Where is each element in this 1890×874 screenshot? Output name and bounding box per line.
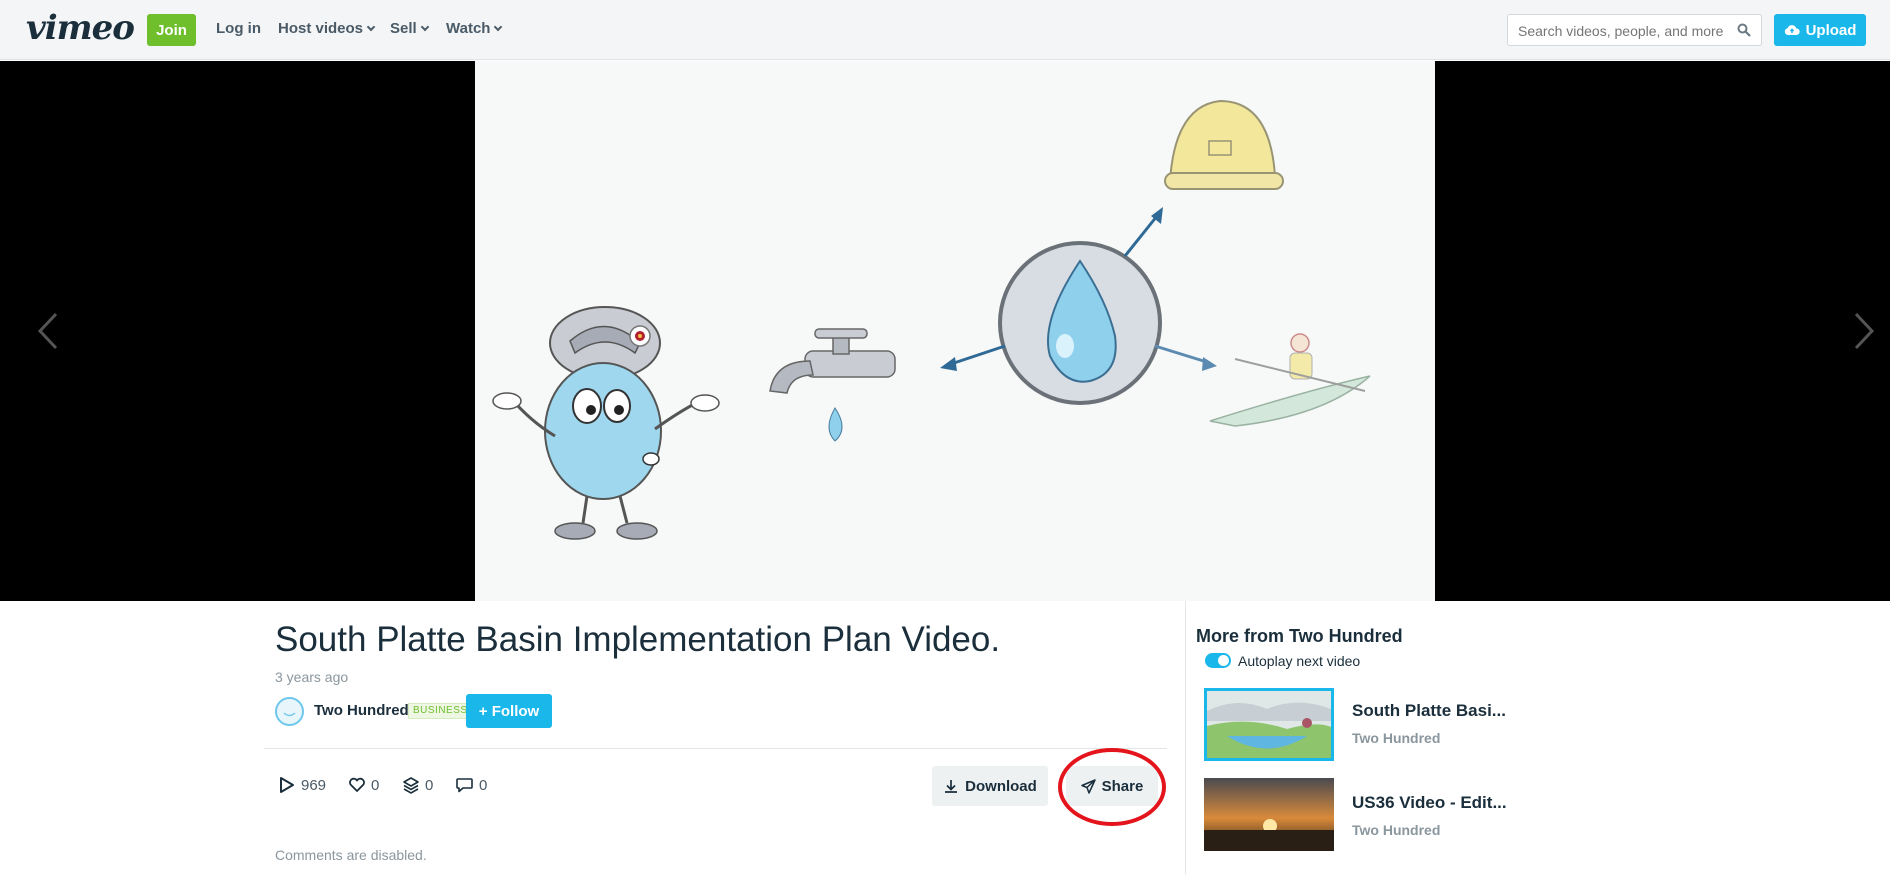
autoplay-label: Autoplay next video <box>1238 653 1361 669</box>
video-still-illustration <box>492 99 1371 540</box>
related-video-author[interactable]: Two Hundred <box>1352 822 1440 838</box>
top-navigation-bar: vimeo Join Log in Host videos Sell Watch… <box>0 0 1890 60</box>
water-drop-character-image <box>492 306 720 540</box>
share-button[interactable]: Share <box>1066 766 1158 806</box>
login-link[interactable]: Log in <box>216 20 261 37</box>
comment-bubble-icon <box>456 778 473 793</box>
search-icon[interactable] <box>1737 23 1751 37</box>
comments-stat[interactable]: 0 <box>455 776 487 794</box>
chevron-down-icon <box>366 22 376 32</box>
related-video-author[interactable]: Two Hundred <box>1352 730 1440 746</box>
video-title: South Platte Basin Implementation Plan V… <box>275 620 1001 659</box>
kayaker-image <box>1209 333 1371 427</box>
heart-icon <box>349 777 365 792</box>
host-videos-menu[interactable]: Host videos <box>278 20 376 37</box>
layers-icon <box>403 777 419 794</box>
play-icon <box>280 777 294 793</box>
previous-video-arrow-icon[interactable] <box>34 306 64 356</box>
related-video-title[interactable]: US36 Video - Edit... <box>1352 793 1507 813</box>
landscape-thumbnail-image <box>1207 691 1331 758</box>
download-button[interactable]: Download <box>932 766 1048 806</box>
related-video-thumbnail[interactable] <box>1204 688 1334 761</box>
section-divider <box>264 748 1167 749</box>
search-input[interactable] <box>1518 21 1728 41</box>
faucet-image <box>769 328 896 442</box>
video-player[interactable] <box>0 61 1890 601</box>
next-video-arrow-icon[interactable] <box>1848 306 1878 356</box>
upload-button[interactable]: Upload <box>1774 14 1866 46</box>
follow-button[interactable]: + Follow <box>466 694 552 728</box>
download-icon <box>945 780 958 793</box>
related-video-title[interactable]: South Platte Basi... <box>1352 701 1506 721</box>
sell-menu[interactable]: Sell <box>390 20 429 37</box>
sidebar-divider <box>1185 601 1186 874</box>
author-avatar[interactable] <box>275 697 304 726</box>
more-from-title: More from Two Hundred <box>1196 626 1403 646</box>
related-video-thumbnail[interactable] <box>1204 778 1334 851</box>
upload-date: 3 years ago <box>275 669 349 685</box>
author-name-link[interactable]: Two Hundred <box>314 702 409 719</box>
watch-menu[interactable]: Watch <box>446 20 503 37</box>
smiley-avatar-icon <box>283 712 296 717</box>
autoplay-toggle[interactable] <box>1205 653 1231 668</box>
video-frame[interactable] <box>475 61 1435 601</box>
join-button[interactable]: Join <box>147 14 196 46</box>
chevron-down-icon <box>494 22 503 32</box>
sunset-thumbnail-image <box>1204 778 1334 851</box>
plays-stat[interactable]: 969 <box>278 776 326 794</box>
cloud-upload-icon <box>1784 25 1800 35</box>
water-drop-circle-image <box>940 207 1217 405</box>
vimeo-logo[interactable]: vimeo <box>26 8 135 48</box>
business-badge: BUSINESS <box>408 703 473 719</box>
search-box[interactable] <box>1507 14 1762 46</box>
comments-disabled-note: Comments are disabled. <box>275 847 427 863</box>
likes-stat[interactable]: 0 <box>348 776 379 794</box>
hard-hat-image <box>1164 99 1284 190</box>
collections-stat[interactable]: 0 <box>402 776 433 794</box>
paper-plane-icon <box>1080 778 1096 794</box>
chevron-down-icon <box>420 22 429 32</box>
